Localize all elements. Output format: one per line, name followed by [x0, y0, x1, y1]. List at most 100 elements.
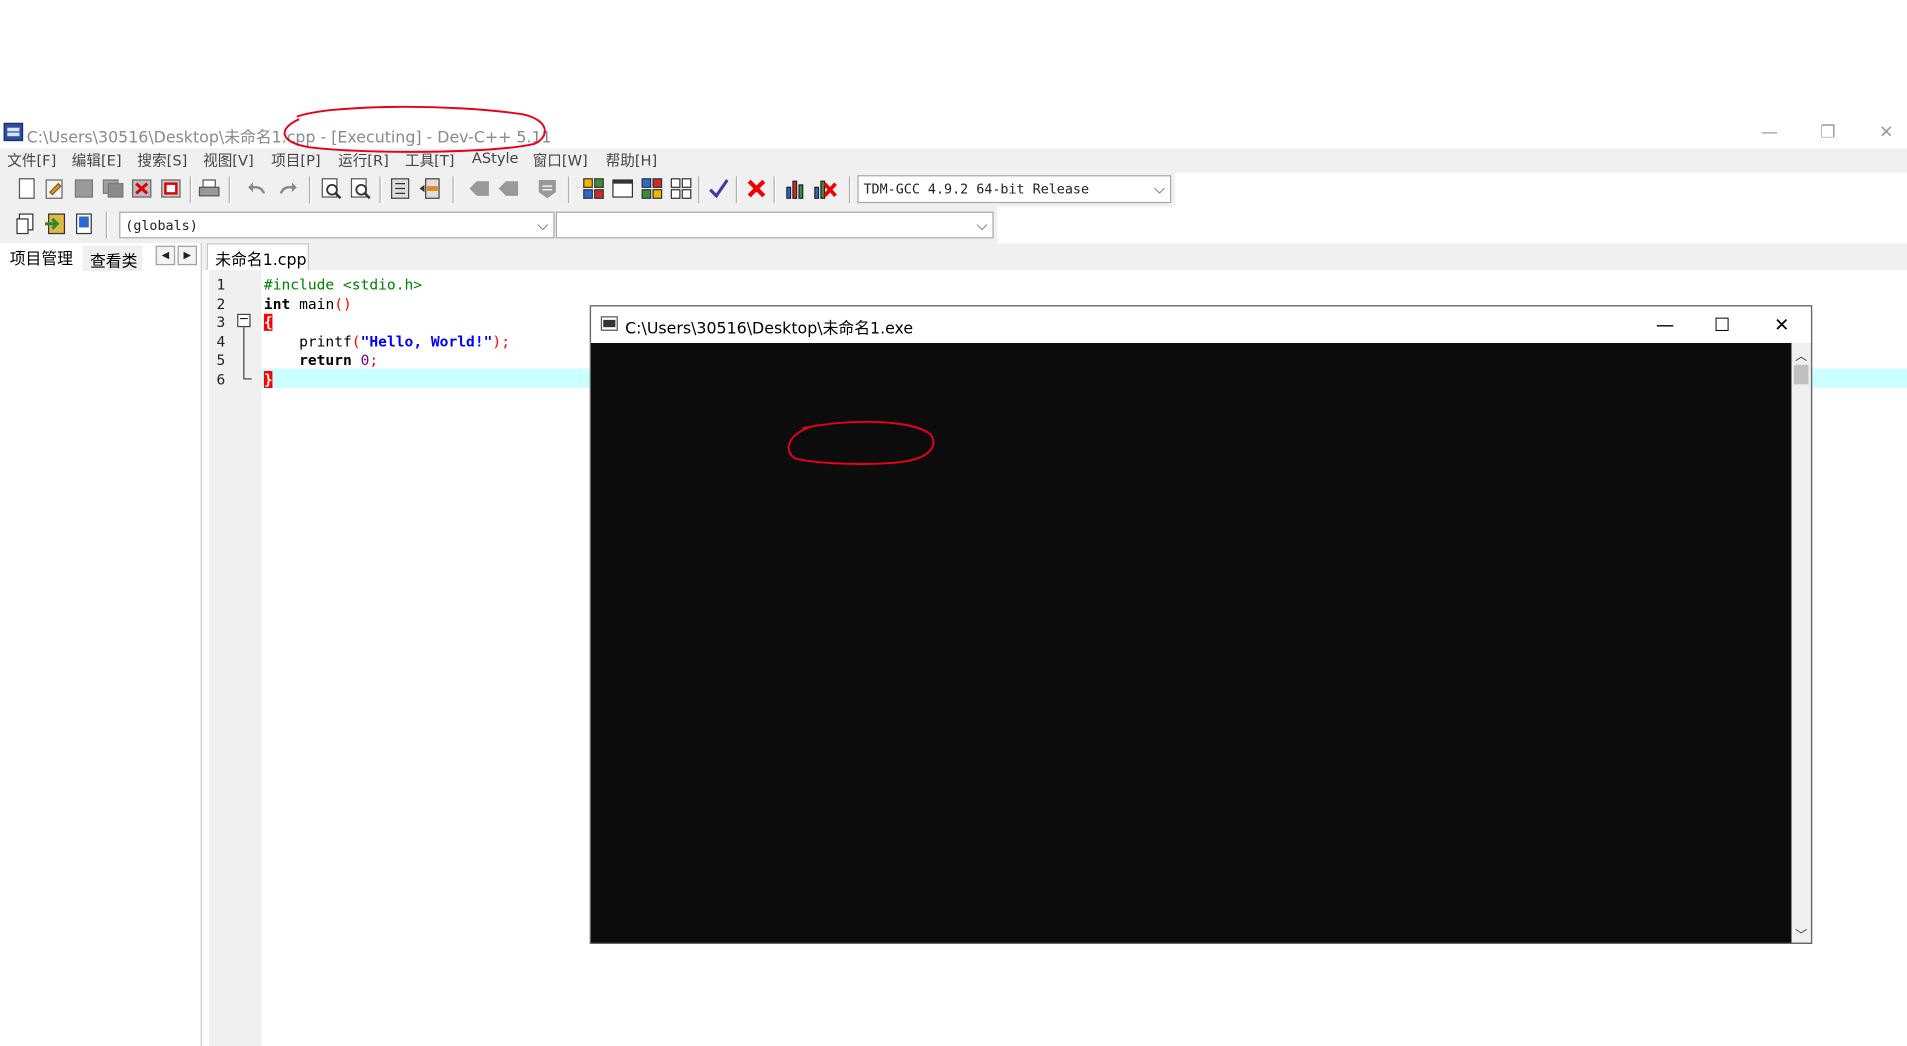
keyword-return: return	[299, 351, 352, 369]
line-number: 6	[216, 370, 226, 388]
save-all-icon[interactable]	[101, 176, 125, 200]
symbol-select[interactable]: ⌵	[555, 211, 994, 239]
profile-icon[interactable]	[783, 176, 807, 200]
console-scrollbar[interactable]	[1791, 342, 1811, 943]
code-line-4: printf("Hello, World!");	[264, 333, 510, 350]
goto-line-icon[interactable]	[535, 176, 559, 200]
new-project-icon[interactable]	[581, 176, 605, 200]
redo-icon[interactable]	[275, 176, 299, 200]
close-all-icon[interactable]	[159, 176, 183, 200]
chevron-down-icon: ⌵	[976, 216, 988, 234]
menu-run[interactable]: 运行[R]	[338, 150, 389, 171]
stop-execution-icon[interactable]	[744, 176, 768, 200]
unindent-icon[interactable]	[417, 176, 441, 200]
fold-end	[243, 378, 252, 380]
line-number: 1	[216, 276, 226, 294]
new-file-icon[interactable]	[15, 176, 39, 200]
paren-close: )	[492, 333, 502, 351]
toolbar-separator	[379, 176, 381, 204]
compiler-select-value: TDM-GCC 4.9.2 64-bit Release	[863, 181, 1090, 198]
console-maximize-button[interactable]: ☐	[1694, 309, 1750, 341]
find-icon[interactable]	[320, 176, 344, 200]
function-main: main	[290, 295, 335, 313]
line-number: 5	[216, 351, 226, 369]
tab-scroll-right-icon[interactable]: ▶	[177, 245, 198, 266]
window-title: C:\Users\30516\Desktop\未命名1.cpp - [Execu…	[26, 128, 552, 148]
paren-open: (	[351, 333, 361, 351]
menu-view[interactable]: 视图[V]	[203, 150, 254, 171]
chevron-down-icon: ⌵	[1154, 180, 1166, 198]
goto-definition-icon[interactable]	[72, 212, 96, 236]
menu-tools[interactable]: 工具[T]	[405, 150, 455, 171]
scope-select[interactable]: (globals) ⌵	[119, 211, 555, 239]
save-icon[interactable]	[72, 176, 96, 200]
toolbar-separator	[773, 176, 775, 204]
scope-select-value: (globals)	[125, 217, 198, 234]
menu-help[interactable]: 帮助[H]	[606, 150, 658, 171]
insert-icon[interactable]	[13, 212, 37, 236]
replace-icon[interactable]	[349, 176, 373, 200]
close-brace-highlight: }	[263, 370, 273, 388]
project-panel	[0, 243, 202, 1046]
number-literal: 0	[360, 351, 370, 369]
scroll-up-icon[interactable]: ︿	[1791, 345, 1810, 363]
semicolon: ;	[369, 351, 379, 369]
indent-icon[interactable]	[388, 176, 412, 200]
toolbar-separator	[228, 176, 230, 204]
function-printf: printf	[299, 333, 352, 351]
project-window-icon[interactable]	[611, 176, 635, 200]
console-app-icon	[600, 316, 618, 331]
toolbar-separator	[105, 211, 108, 239]
fold-line	[243, 327, 245, 379]
compiler-select[interactable]: TDM-GCC 4.9.2 64-bit Release ⌵	[857, 175, 1172, 204]
tile-windows-icon[interactable]	[669, 176, 693, 200]
close-file-icon[interactable]	[130, 176, 154, 200]
code-line-1: #include <stdio.h>	[263, 276, 423, 294]
toolbar-separator	[698, 176, 700, 204]
close-button[interactable]: ✕	[1858, 119, 1907, 146]
code-line-3: {	[263, 313, 273, 331]
syntax-check-icon[interactable]	[707, 176, 731, 200]
console-output[interactable]	[591, 342, 1792, 943]
line-number: 4	[216, 333, 226, 351]
menu-project[interactable]: 项目[P]	[271, 150, 320, 171]
toolbar-separator	[452, 176, 454, 204]
toolbar-separator	[848, 176, 851, 204]
tab-project-manager[interactable]: 项目管理	[2, 243, 78, 269]
project-options-icon[interactable]	[640, 176, 664, 200]
scroll-thumb[interactable]	[1793, 364, 1809, 385]
menu-search[interactable]: 搜索[S]	[137, 150, 187, 171]
console-close-button[interactable]: ✕	[1754, 309, 1810, 341]
chevron-down-icon: ⌵	[537, 216, 549, 234]
keyword-int: int	[263, 295, 291, 313]
fold-toggle-icon[interactable]: −	[237, 313, 251, 328]
goto-bookmark-icon[interactable]	[496, 176, 520, 200]
toolbar-separator	[308, 176, 311, 204]
menu-edit[interactable]: 编辑[E]	[72, 150, 122, 171]
delete-profile-icon[interactable]	[812, 176, 837, 200]
restore-button[interactable]: ❐	[1800, 119, 1856, 146]
console-minimize-button[interactable]: —	[1637, 309, 1693, 341]
code-line-6: }	[263, 370, 273, 388]
scroll-down-icon[interactable]: ﹀	[1791, 924, 1810, 942]
goto-declaration-icon[interactable]	[43, 212, 67, 236]
semicolon: ;	[501, 333, 511, 351]
menu-astyle[interactable]: AStyle	[472, 150, 519, 167]
open-file-icon[interactable]	[43, 176, 67, 200]
tab-class-view[interactable]: 查看类	[82, 245, 143, 272]
menu-file[interactable]: 文件[F]	[7, 150, 56, 171]
tab-untitled-cpp[interactable]: 未命名1.cpp	[206, 243, 309, 271]
menu-window[interactable]: 窗口[W]	[533, 150, 588, 171]
code-line-5: return 0;	[264, 352, 378, 369]
minimize-button[interactable]: —	[1742, 119, 1798, 146]
toolbar-separator	[567, 176, 570, 204]
console-title: C:\Users\30516\Desktop\未命名1.exe	[625, 319, 914, 339]
undo-icon[interactable]	[246, 176, 270, 200]
line-number: 2	[216, 295, 226, 313]
string-literal: "Hello, World!"	[360, 333, 493, 351]
toggle-bookmark-icon[interactable]	[467, 176, 491, 200]
devcpp-app-icon	[3, 122, 24, 142]
tab-scroll-left-icon[interactable]: ◀	[155, 245, 176, 266]
toolbar-separator	[189, 176, 191, 204]
print-icon[interactable]	[197, 176, 221, 200]
